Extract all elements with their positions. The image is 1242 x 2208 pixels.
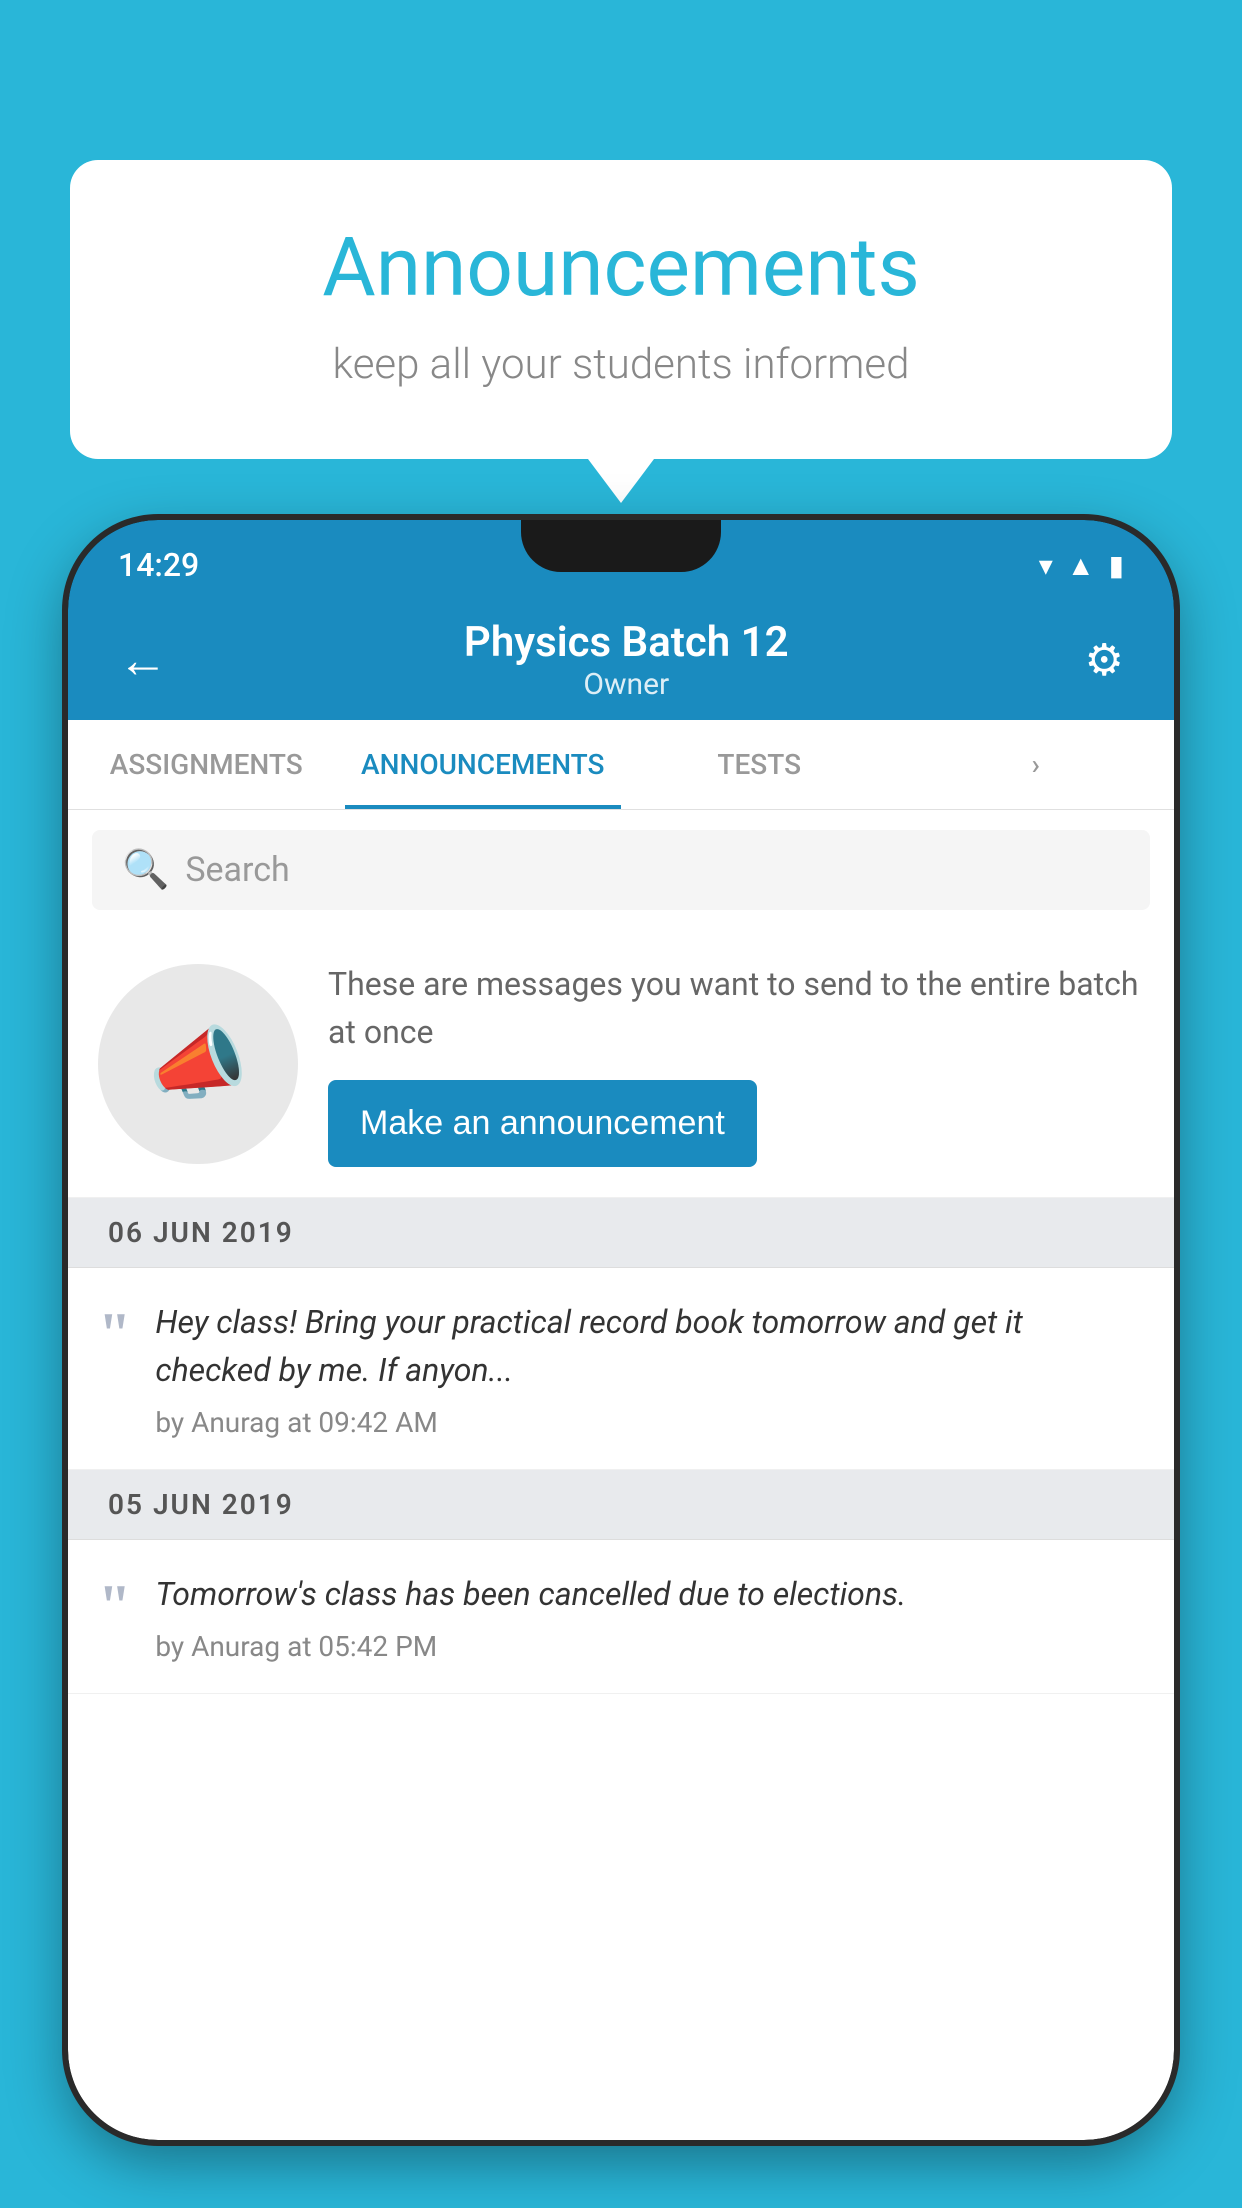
megaphone-icon: 📣: [148, 1017, 248, 1111]
speech-bubble-section: Announcements keep all your students inf…: [70, 160, 1172, 459]
announcement-item-2[interactable]: " Tomorrow's class has been cancelled du…: [68, 1540, 1174, 1694]
date-separator-1: 06 JUN 2019: [68, 1198, 1174, 1268]
date-separator-2: 05 JUN 2019: [68, 1470, 1174, 1540]
back-button[interactable]: ←: [108, 621, 178, 700]
announcement-meta-2: by Anurag at 05:42 PM: [155, 1630, 1144, 1663]
tab-assignments[interactable]: ASSIGNMENTS: [68, 720, 345, 809]
announcement-meta-1: by Anurag at 09:42 AM: [155, 1406, 1144, 1439]
quote-icon-2: ": [98, 1576, 131, 1636]
phone-wrapper: 14:29 ▾ ▲ ▮ ← Physics Batch 12 Owner ⚙: [68, 520, 1174, 2208]
tab-announcements[interactable]: ANNOUNCEMENTS: [345, 720, 622, 809]
signal-icon: ▲: [1067, 549, 1095, 582]
promo-right: These are messages you want to send to t…: [328, 960, 1144, 1167]
phone-screen: 14:29 ▾ ▲ ▮ ← Physics Batch 12 Owner ⚙: [68, 520, 1174, 2140]
settings-button[interactable]: ⚙: [1075, 624, 1134, 696]
tab-tests[interactable]: TESTS: [621, 720, 898, 809]
app-bar: ← Physics Batch 12 Owner ⚙: [68, 600, 1174, 720]
bubble-title: Announcements: [150, 220, 1092, 316]
promo-description: These are messages you want to send to t…: [328, 960, 1144, 1056]
make-announcement-button[interactable]: Make an announcement: [328, 1080, 757, 1167]
status-icons: ▾ ▲ ▮: [1039, 549, 1124, 582]
app-bar-subtitle: Owner: [178, 667, 1075, 702]
wifi-icon: ▾: [1039, 549, 1053, 582]
announcement-text-1: Hey class! Bring your practical record b…: [155, 1298, 1144, 1394]
speech-bubble: Announcements keep all your students inf…: [70, 160, 1172, 459]
quote-icon-1: ": [98, 1304, 131, 1364]
announcement-promo: 📣 These are messages you want to send to…: [68, 930, 1174, 1198]
phone-mockup: 14:29 ▾ ▲ ▮ ← Physics Batch 12 Owner ⚙: [68, 520, 1174, 2140]
search-bar-section: 🔍 Search: [68, 810, 1174, 930]
promo-icon-circle: 📣: [98, 964, 298, 1164]
app-bar-center: Physics Batch 12 Owner: [178, 618, 1075, 702]
phone-notch: [521, 520, 721, 572]
tab-bar: ASSIGNMENTS ANNOUNCEMENTS TESTS ›: [68, 720, 1174, 810]
search-placeholder: Search: [185, 850, 289, 890]
bubble-subtitle: keep all your students informed: [150, 340, 1092, 389]
search-icon: 🔍: [122, 848, 169, 892]
tab-more[interactable]: ›: [898, 720, 1175, 809]
status-time: 14:29: [118, 546, 199, 584]
announcement-content-2: Tomorrow's class has been cancelled due …: [155, 1570, 1144, 1663]
announcement-content-1: Hey class! Bring your practical record b…: [155, 1298, 1144, 1439]
phone-content: 🔍 Search 📣 These are messages you want t…: [68, 810, 1174, 2140]
announcement-item-1[interactable]: " Hey class! Bring your practical record…: [68, 1268, 1174, 1470]
battery-icon: ▮: [1109, 549, 1124, 582]
search-input-wrapper[interactable]: 🔍 Search: [92, 830, 1150, 910]
announcement-text-2: Tomorrow's class has been cancelled due …: [155, 1570, 1144, 1618]
app-bar-title: Physics Batch 12: [178, 618, 1075, 667]
